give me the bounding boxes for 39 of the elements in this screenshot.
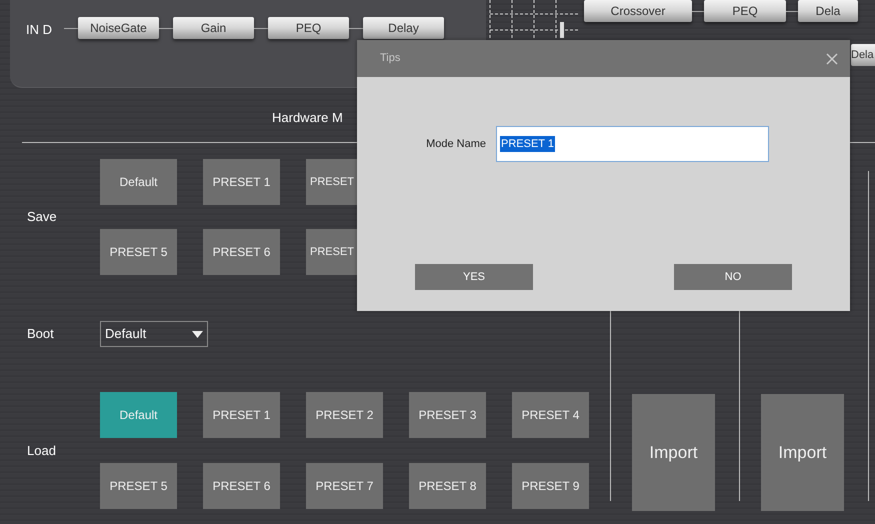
preset-button[interactable]: PRESET 1 (203, 159, 280, 205)
dialog-title: Tips (380, 51, 400, 66)
module-button[interactable]: PEQ (268, 17, 349, 39)
preset-button[interactable]: PRESET 6 (203, 229, 280, 275)
preset-button[interactable]: PRESET 6 (203, 463, 280, 509)
preset-button[interactable]: Default (100, 392, 177, 438)
preset-button[interactable]: PRESET 2 (306, 392, 383, 438)
module-button[interactable]: NoiseGate (78, 17, 159, 39)
channel-label: IN D (26, 21, 52, 39)
section-title: Hardware M (272, 110, 343, 125)
module-button[interactable]: Delay (363, 17, 444, 39)
module-button[interactable]: PEQ (704, 0, 786, 22)
mode-name-field[interactable]: PRESET 1 (496, 126, 769, 162)
preset-button[interactable]: PRESET (306, 229, 358, 275)
field-label: Mode Name (425, 136, 487, 152)
dialog-button[interactable]: YES (415, 264, 533, 290)
boot-dropdown[interactable]: Default (100, 321, 208, 347)
module-button[interactable]: Dela (798, 0, 858, 22)
preset-button[interactable]: PRESET 5 (100, 463, 177, 509)
dialog-button[interactable]: NO (674, 264, 792, 290)
preset-button[interactable]: PRESET 5 (100, 229, 177, 275)
module-button[interactable]: Dela (851, 44, 875, 66)
preset-button[interactable]: PRESET 7 (306, 463, 383, 509)
preset-button[interactable]: PRESET 9 (512, 463, 589, 509)
boot-label: Boot (26, 325, 55, 344)
import-button[interactable]: Import (632, 394, 715, 511)
load-label: Load (26, 442, 57, 460)
save-label: Save (26, 208, 58, 226)
preset-button[interactable]: PRESET 8 (409, 463, 486, 509)
dropdown-caret-icon (192, 330, 203, 338)
module-button[interactable]: Gain (173, 17, 254, 39)
import-button[interactable]: Import (761, 394, 844, 511)
preset-button[interactable]: PRESET 4 (512, 392, 589, 438)
preset-button[interactable]: PRESET (306, 159, 358, 205)
preset-button[interactable]: PRESET 1 (203, 392, 280, 438)
close-icon[interactable] (826, 52, 838, 64)
module-button[interactable]: Crossover (584, 0, 692, 22)
preset-button[interactable]: Default (100, 159, 177, 205)
preset-button[interactable]: PRESET 3 (409, 392, 486, 438)
